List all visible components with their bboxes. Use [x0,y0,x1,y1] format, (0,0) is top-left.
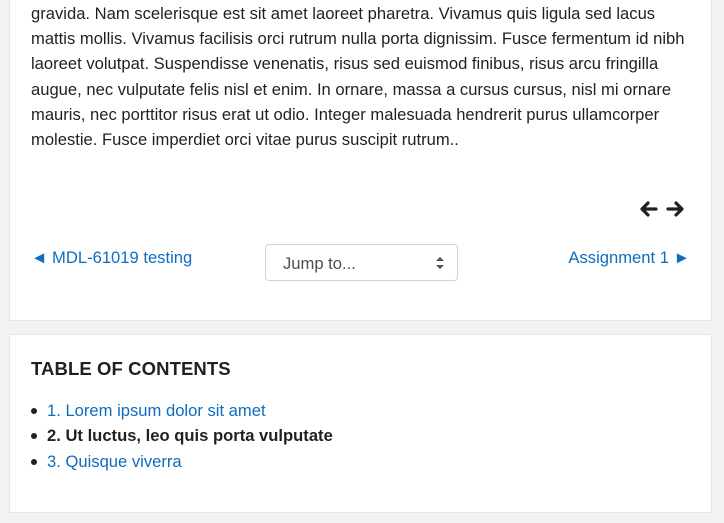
arrow-right-icon[interactable] [665,198,687,220]
chapter-content-card: gravida. Nam scelerisque est sit amet la… [9,0,712,321]
bullet-icon [31,433,37,440]
toc-item: 3. Quisque viverra [31,449,333,475]
toc-heading: TABLE OF CONTENTS [31,358,231,379]
previous-activity-link[interactable]: ◄ MDL-61019 testing [31,248,192,268]
toc-current-chapter: 2. Ut luctus, leo quis porta vulputate [47,426,333,446]
jump-to-select[interactable]: Jump to... [265,244,458,281]
toc-list: 1. Lorem ipsum dolor sit amet 2. Ut luct… [31,398,333,475]
bullet-icon [31,407,37,414]
toc-item: 2. Ut luctus, leo quis porta vulputate [31,424,333,450]
table-of-contents-card: TABLE OF CONTENTS 1. Lorem ipsum dolor s… [9,334,712,513]
toc-chapter-link[interactable]: 1. Lorem ipsum dolor sit amet [47,401,266,421]
jump-to-selected-value: Jump to... [283,254,356,273]
next-activity-link[interactable]: Assignment 1 ► [568,248,690,268]
select-caret-icon [436,257,444,269]
chapter-page-navigation [637,198,687,220]
arrow-left-icon[interactable] [637,198,659,220]
chapter-body-text: gravida. Nam scelerisque est sit amet la… [31,4,685,150]
toc-item: 1. Lorem ipsum dolor sit amet [31,398,333,424]
toc-chapter-link[interactable]: 3. Quisque viverra [47,452,182,472]
bullet-icon [31,458,37,465]
